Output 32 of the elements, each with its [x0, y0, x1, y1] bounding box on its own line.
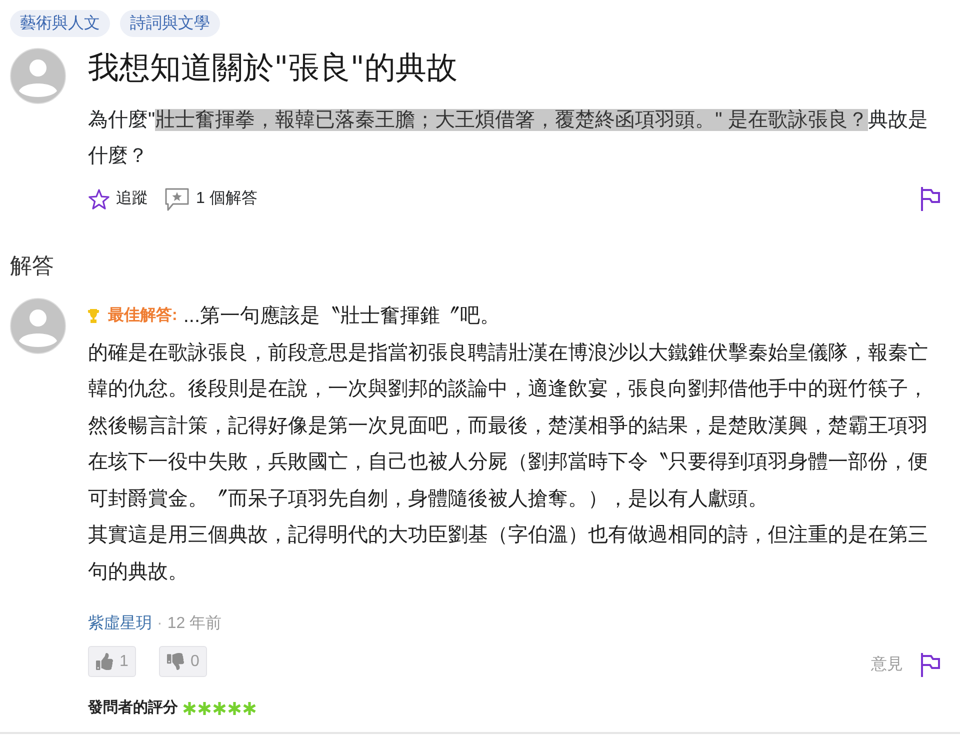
rating-asterisk-icon — [198, 702, 211, 714]
upvote-button[interactable]: 1 — [88, 646, 136, 677]
thumbs-down-icon — [166, 653, 184, 670]
flag-icon[interactable] — [920, 187, 940, 211]
answer-count: 1 個解答 — [196, 189, 258, 209]
trophy-icon — [88, 309, 99, 324]
category-tag[interactable]: 詩詞與文學 — [120, 10, 220, 37]
author-link[interactable]: 紫虛星玥 — [88, 612, 152, 636]
answers-heading: 解答 — [10, 252, 54, 280]
answer-text: ...第一句應該是〝壯士奮揮錐〞吧。 — [183, 304, 500, 329]
downvote-button[interactable]: 0 — [159, 646, 207, 677]
follow-button[interactable]: 追蹤 — [88, 187, 148, 211]
meta-separator: · — [157, 614, 162, 634]
thumbs-up-icon — [96, 653, 113, 670]
question-title: 我想知道關於"張良"的典故 — [88, 49, 458, 88]
avatar-icon — [10, 298, 66, 354]
feedback-link[interactable]: 意見 — [871, 655, 903, 675]
best-answer-label: 最佳解答: — [108, 306, 178, 326]
category-tag[interactable]: 藝術與人文 — [10, 10, 110, 37]
rating-asterisk-icon — [213, 702, 226, 714]
rating-asterisk-icon — [228, 702, 241, 714]
rating-asterisk-icon — [183, 702, 196, 714]
question-text: 為什麼"壯士奮揮拳，報韓已落秦王膽；大王煩借箸，覆楚終函項羽頭。" 是在歌詠張良？典故是什麼？ — [88, 108, 929, 169]
answer-text: 的確是在歌詠張良，前段意思是指當初張良聘請壯漢在博浪沙以大鐵錐伏擊秦始皇儀隊，報秦亡韓的仇忿。後段則是在說，一次與劉邦的談論中，適逢飲宴，張良向劉邦借他手中的斑竹筷子，然後暢言計策，記得好像是第一次見面吧，而最後，楚漢相爭的結果，是楚敗漢興，楚霸王項羽在垓下一役中失敗，兵敗國亡，自己也被人分屍（劉邦當時下令〝只要得到項羽身體一部份，便可封爵賞金。〞而呆子項羽先自刎，身體隨後被人搶奪。），是以有人獻頭。 — [88, 340, 929, 512]
avatar-icon — [10, 48, 66, 104]
star-icon — [88, 188, 110, 210]
rating-asterisk-icon — [243, 702, 256, 714]
answer-time: 12 年前 — [167, 614, 222, 634]
answer-text: 其實這是用三個典故，記得明代的大功臣劉基（字伯溫）也有做過相同的詩，但注重的是在第三句的典故。 — [88, 523, 929, 584]
rating-label: 發問者的評分 — [88, 698, 178, 718]
flag-icon[interactable] — [920, 653, 940, 677]
speech-bubble-star-icon — [165, 188, 189, 210]
